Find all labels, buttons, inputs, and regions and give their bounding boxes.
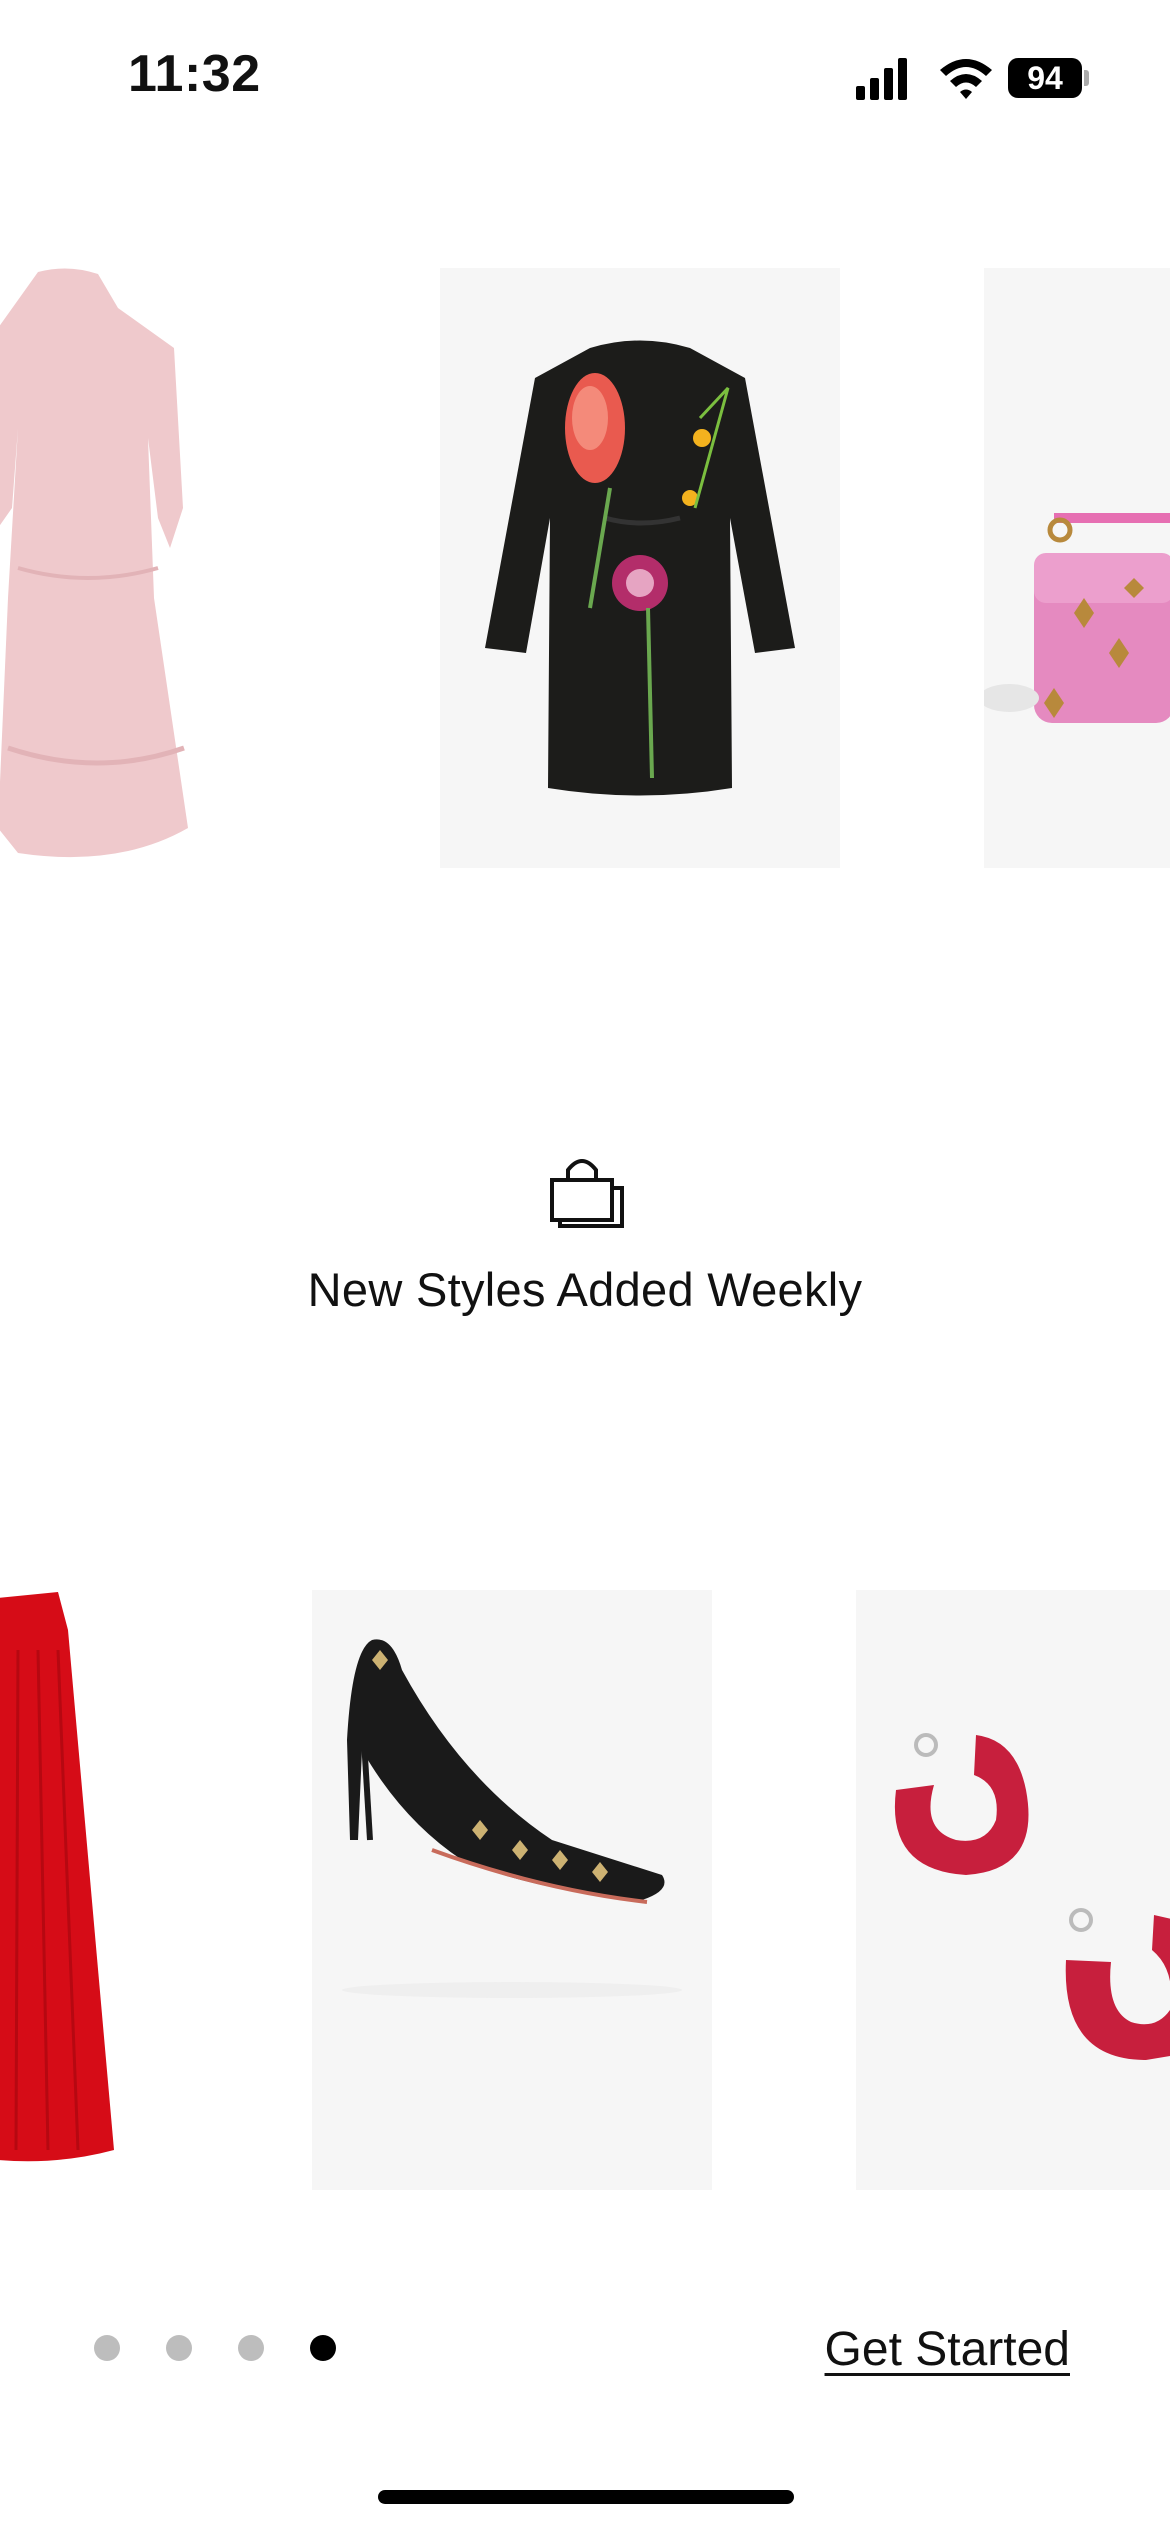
battery-level: 94 (1027, 59, 1063, 96)
page-dot-1[interactable] (94, 2335, 120, 2361)
status-time: 11:32 (128, 45, 261, 103)
battery-cap (1084, 70, 1089, 86)
product-tile-black-studded-pump[interactable] (312, 1590, 712, 2190)
red-pleated-skirt-image (0, 1592, 114, 2162)
status-icons: 94 (852, 54, 1092, 104)
wifi-icon (940, 59, 992, 99)
pink-studded-bag-image (984, 513, 1170, 723)
onboarding-headline: New Styles Added Weekly (307, 1263, 863, 1316)
product-tile-pink-studded-bag[interactable] (984, 268, 1170, 868)
product-tile-black-floral-dress[interactable] (440, 268, 840, 868)
page-dot-4-active[interactable] (310, 2335, 336, 2361)
red-crystal-hoop-earrings-image (894, 1733, 1170, 2060)
home-indicator[interactable] (378, 2490, 794, 2504)
battery-icon: 94 (1008, 58, 1082, 98)
product-tile-pink-lace-dress (0, 268, 198, 868)
pink-lace-dress-image (0, 268, 188, 858)
product-tile-red-crystal-hoop-earrings[interactable] (856, 1590, 1170, 2190)
page-dot-3[interactable] (238, 2335, 264, 2361)
get-started-button[interactable]: Get Started (825, 2322, 1070, 2377)
shopping-bags-icon (546, 1158, 626, 1230)
product-tile-red-pleated-skirt[interactable] (0, 1590, 118, 2190)
black-floral-dress-image (485, 340, 795, 796)
page-dot-2[interactable] (166, 2335, 192, 2361)
black-studded-pump-image (342, 1639, 682, 1998)
